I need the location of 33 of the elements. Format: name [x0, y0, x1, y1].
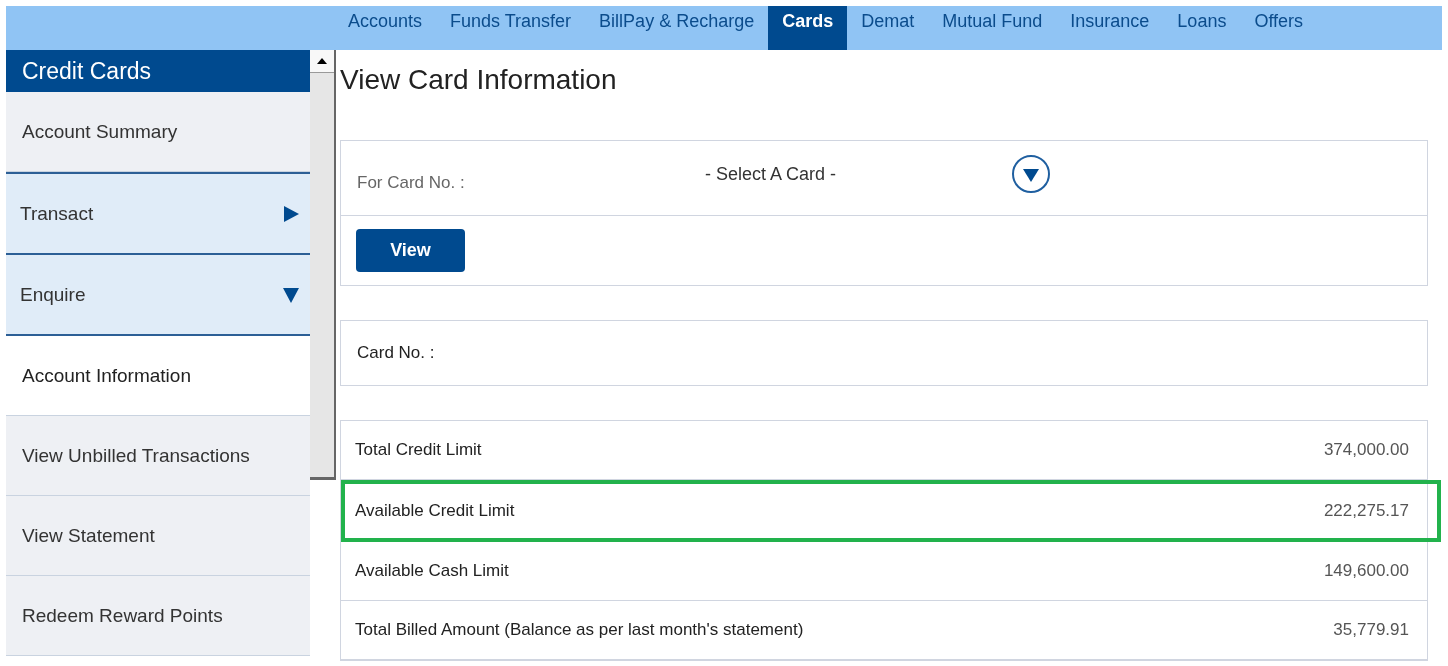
nav-tab[interactable]: Mutual Fund — [928, 6, 1057, 50]
nav-tab[interactable]: Accounts — [334, 6, 437, 50]
field-label: Card No. : — [357, 343, 435, 363]
sidebar-title: Credit Cards — [6, 50, 310, 92]
limit-label: Total Credit Limit — [355, 440, 482, 460]
view-button[interactable]: View — [356, 229, 465, 272]
sidebar-section[interactable]: Transact — [6, 172, 310, 255]
nav-tab[interactable]: Insurance — [1056, 6, 1164, 50]
nav-tab[interactable]: BillPay & Recharge — [585, 6, 769, 50]
limit-label: Available Credit Limit — [355, 501, 515, 521]
caret-right-icon — [282, 204, 300, 223]
sidebar-item[interactable]: View Statement — [6, 496, 310, 576]
dropdown-icon — [1011, 154, 1052, 194]
page-title: View Card Information — [340, 64, 618, 97]
nav-tab[interactable]: Funds Transfer — [436, 6, 586, 50]
caret-down-icon — [282, 285, 300, 304]
limit-amount: 222,275.17 — [1323, 501, 1409, 521]
limit-label: Total Billed Amount (Balance as per last month's statement) — [355, 620, 804, 640]
sidebar-section[interactable]: Enquire — [6, 255, 310, 336]
sidebar-item[interactable]: Redeem Reward Points — [6, 576, 310, 656]
card-dropdown[interactable]: - Select A Card - — [705, 154, 1052, 194]
nav-tab[interactable]: Demat — [847, 6, 929, 50]
field-label: For Card No. : — [356, 173, 466, 193]
limit-amount: 374,000.00 — [1323, 440, 1409, 460]
sidebar-item[interactable]: View Unbilled Transactions — [6, 416, 310, 496]
nav-tab[interactable]: Cards — [768, 6, 848, 50]
scroll-up-icon[interactable] — [310, 50, 334, 73]
sidebar-item[interactable]: Account Summary — [6, 92, 310, 172]
limit-amount: 35,779.91 — [1333, 620, 1409, 640]
limit-label: Available Cash Limit — [355, 561, 509, 581]
nav-tab[interactable]: Offers — [1240, 6, 1318, 50]
nav-tab[interactable]: Loans — [1163, 6, 1241, 50]
limit-amount: 149,600.00 — [1323, 561, 1409, 581]
